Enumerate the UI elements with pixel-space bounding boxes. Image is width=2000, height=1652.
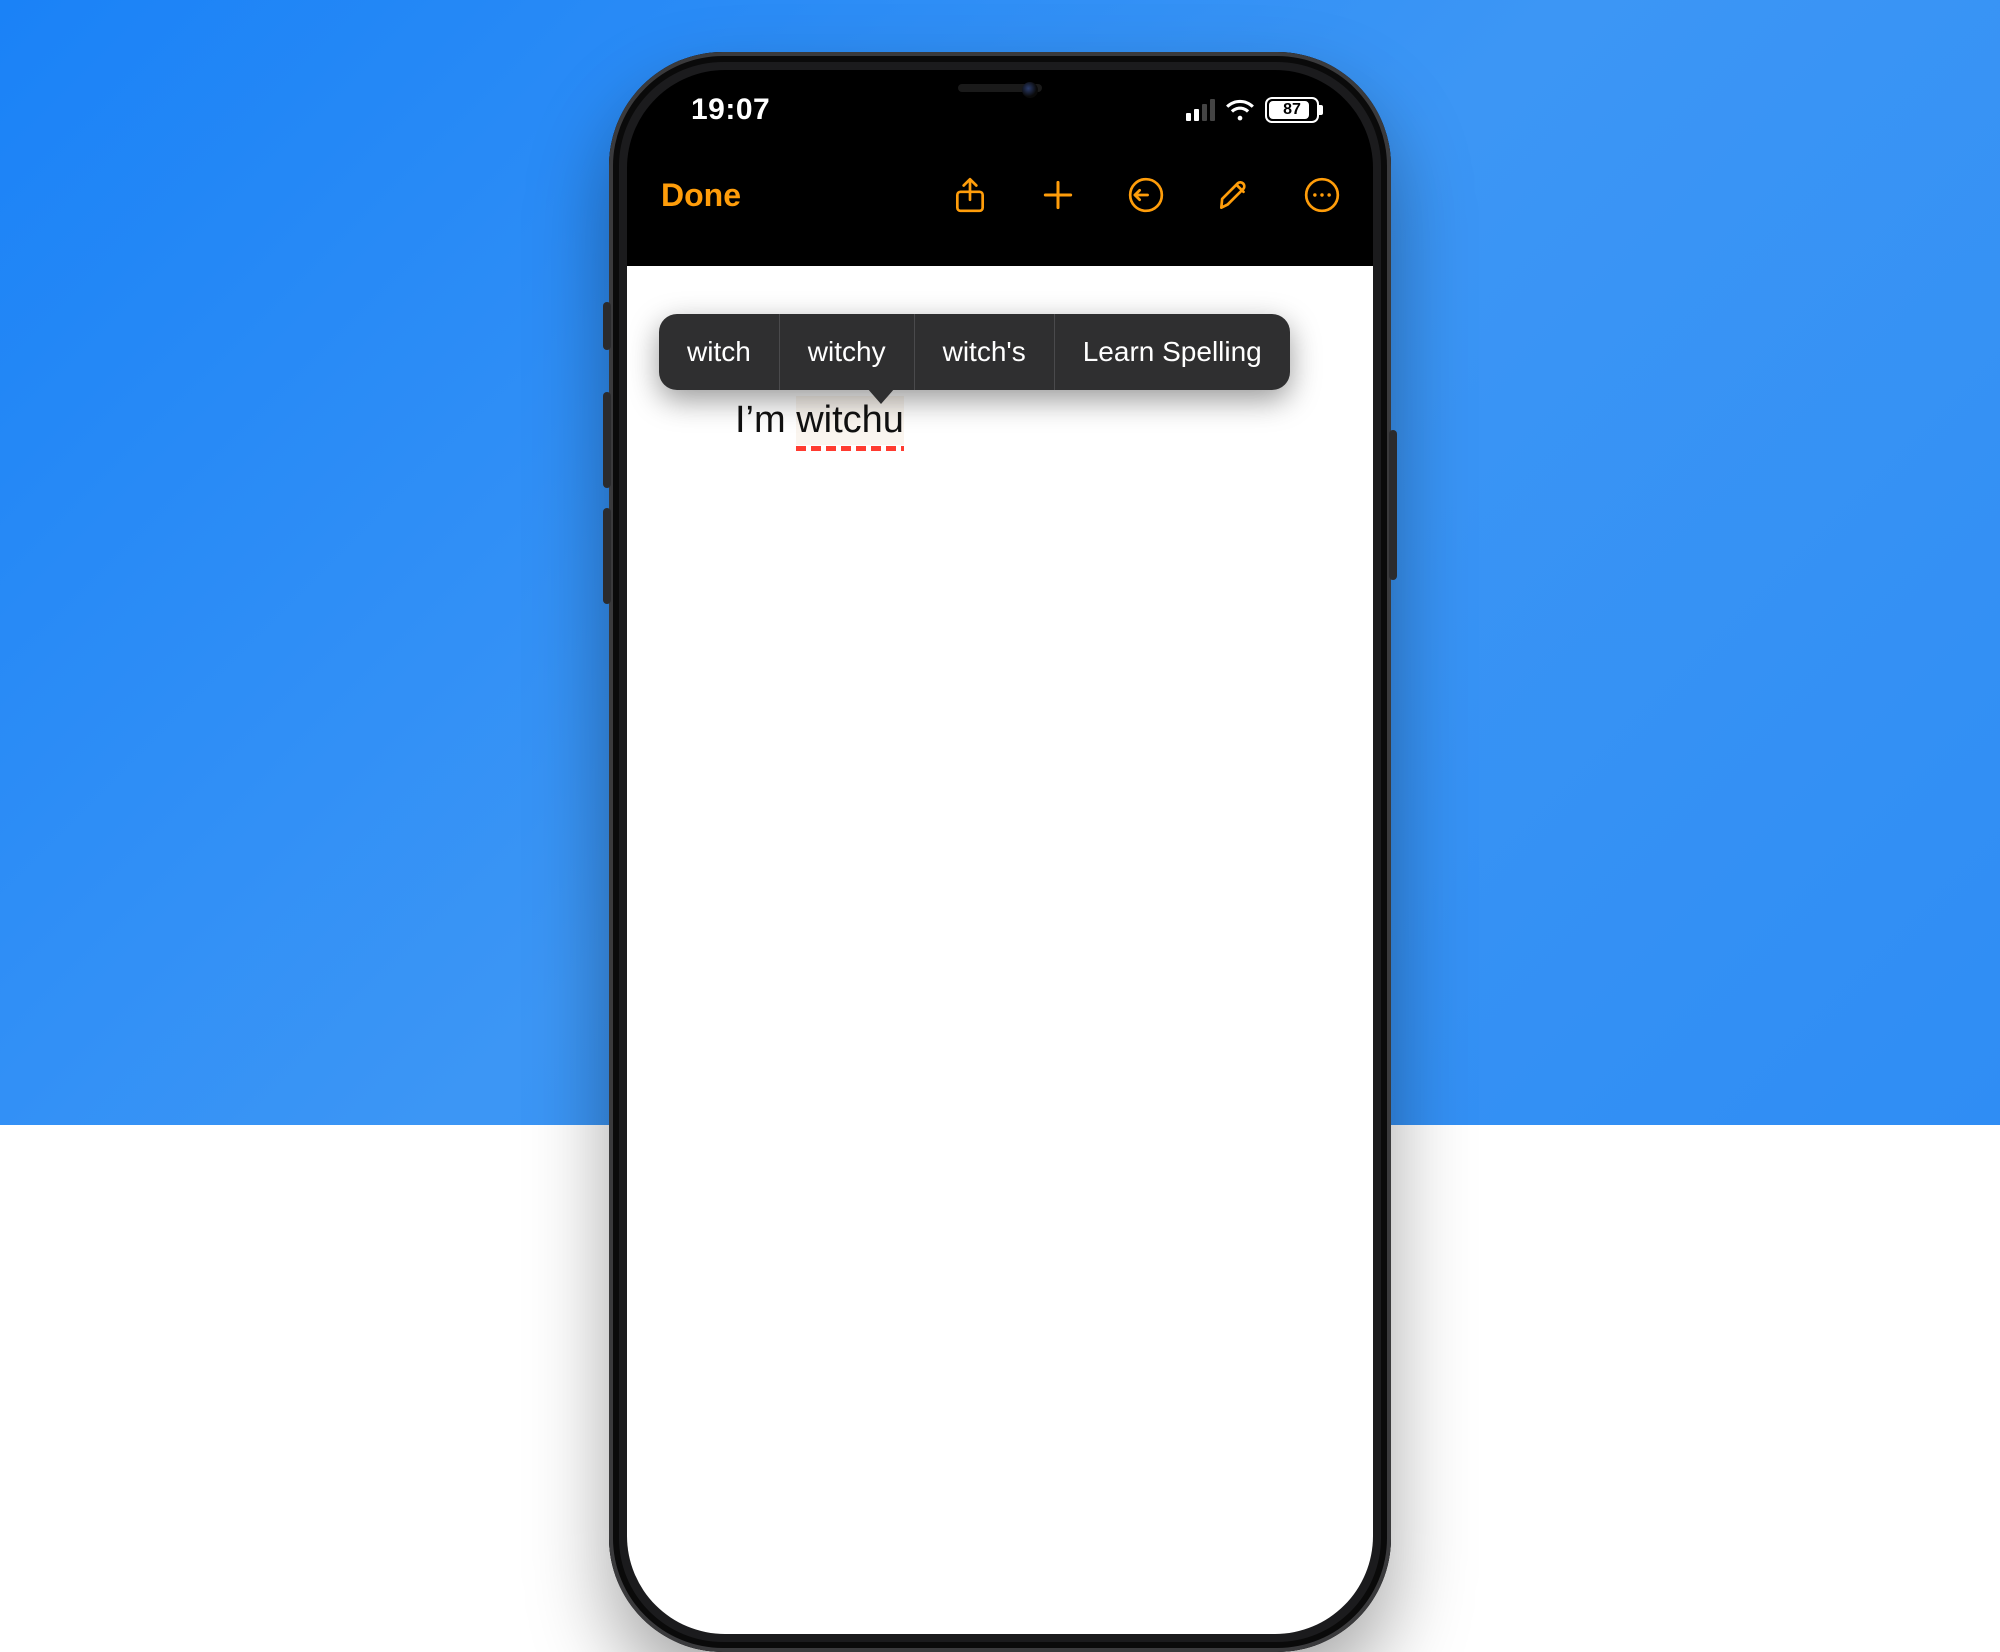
nav-bar: Done (627, 150, 1373, 240)
share-icon[interactable] (951, 176, 989, 214)
document-text[interactable]: I’m witchu (735, 396, 1333, 445)
phone-screen: 19:07 87 (627, 70, 1373, 1634)
spelling-popover: witch witchy witch's Learn Spelling (659, 314, 1290, 390)
text-prefix: I’m (735, 399, 796, 441)
status-time: 19:07 (691, 93, 770, 127)
battery-indicator: 87 (1265, 97, 1319, 123)
brush-icon[interactable] (1215, 176, 1253, 214)
volume-down-button[interactable] (603, 508, 611, 604)
more-icon[interactable] (1303, 176, 1341, 214)
phone-frame: 19:07 87 (609, 52, 1391, 1652)
suggestion-item[interactable]: witch's (915, 314, 1054, 390)
document-area[interactable]: witch witchy witch's Learn Spelling I’m … (627, 266, 1373, 1634)
cellular-signal-icon (1186, 99, 1215, 121)
battery-percent: 87 (1268, 101, 1316, 119)
front-camera (1022, 82, 1038, 98)
learn-spelling-button[interactable]: Learn Spelling (1055, 314, 1290, 390)
wifi-icon (1225, 99, 1255, 121)
add-icon[interactable] (1039, 176, 1077, 214)
power-button[interactable] (1389, 430, 1397, 580)
nav-icon-group (951, 176, 1341, 214)
stage: 19:07 87 (0, 0, 2000, 1125)
done-button[interactable]: Done (661, 177, 741, 214)
volume-up-button[interactable] (603, 392, 611, 488)
suggestion-item[interactable]: witchy (780, 314, 914, 390)
mute-switch[interactable] (603, 302, 611, 350)
suggestion-item[interactable]: witch (659, 314, 779, 390)
undo-icon[interactable] (1127, 176, 1165, 214)
status-right-cluster: 87 (1186, 97, 1319, 123)
notch (865, 70, 1135, 116)
